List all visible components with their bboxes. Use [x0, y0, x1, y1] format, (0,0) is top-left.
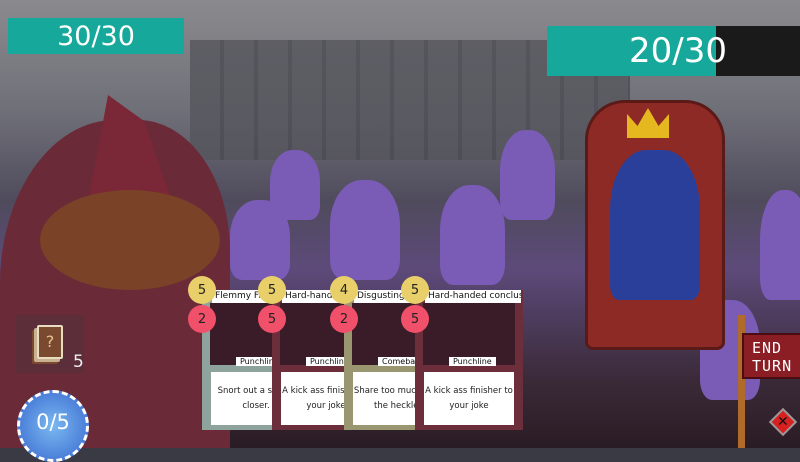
enemy-hp-text: 20/30: [629, 31, 727, 71]
end-turn-line1: END: [752, 339, 783, 357]
audience-member: [330, 180, 400, 280]
enemy-king[interactable]: [610, 150, 700, 300]
enemy-hp-bar: 20/30: [547, 26, 727, 76]
card-text: A kick ass finisher to your joke: [424, 372, 514, 425]
player-hp-bar: 30/30: [8, 18, 184, 54]
jester-hair: [40, 190, 220, 290]
deck-icon[interactable]: ?: [37, 325, 63, 359]
card-type: Punchline: [449, 357, 496, 366]
end-turn-button[interactable]: END TURN: [742, 333, 800, 379]
card-damage-badge: 2: [330, 305, 358, 333]
card-cost-badge: 4: [330, 276, 358, 304]
card-title: Hard-handed conclusion...: [425, 290, 521, 303]
card-cost-badge: 5: [258, 276, 286, 304]
end-turn-line2: TURN: [752, 357, 793, 375]
card-damage-badge: 5: [401, 305, 429, 333]
energy-text: 0/5: [36, 410, 70, 434]
audience-member: [760, 190, 800, 300]
card-cost-badge: 5: [401, 276, 429, 304]
card-damage-badge: 2: [188, 305, 216, 333]
card-damage-badge: 5: [258, 305, 286, 333]
card-art: [423, 303, 515, 365]
player-hp-text: 30/30: [57, 20, 135, 52]
audience-member: [500, 130, 555, 220]
energy-orb: 0/5: [17, 390, 89, 462]
deck-count: 5: [73, 352, 84, 372]
audience-member: [270, 150, 320, 220]
card[interactable]: Hard-handed conclusion... Punchline A ki…: [415, 290, 523, 430]
cancel-glyph: ✕: [777, 413, 789, 430]
card-cost-badge: 5: [188, 276, 216, 304]
audience-member: [440, 185, 505, 285]
